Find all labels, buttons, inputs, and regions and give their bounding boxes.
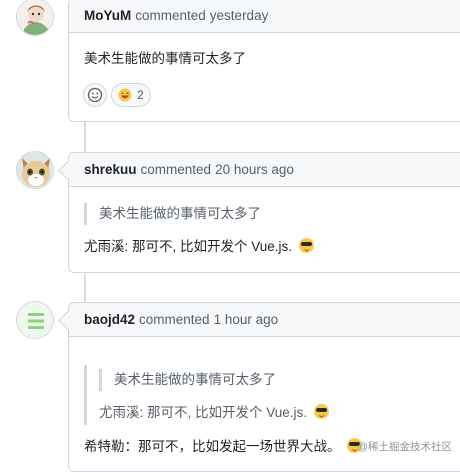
comment-header: MoYuM commented yesterday — [69, 0, 460, 33]
comment-action: commented — [140, 162, 212, 177]
timeline-connector — [84, 121, 86, 153]
blockquote: 美术生能做的事情可太多了 尤雨溪: 那可不, 比如开发个 Vue.js. — [84, 365, 452, 425]
comment-text-row: 尤雨溪: 那可不, 比如开发个 Vue.js. — [84, 237, 452, 257]
comment-action: commented — [135, 8, 206, 23]
comment-header: baojd42 commented 1 hour ago — [69, 303, 460, 337]
comment-card: shrekuu commented 20 hours ago 美术生能做的事情可… — [58, 152, 460, 273]
comment-body: 美术生能做的事情可太多了 尤雨溪: 那可不, 比如开发个 Vue.js. — [69, 203, 460, 257]
watermark: @稀土掘金技术社区 — [357, 441, 452, 453]
comment-text: 美术生能做的事情可太多了 — [84, 51, 246, 66]
comment-time[interactable]: yesterday — [210, 8, 269, 23]
author-name[interactable]: MoYuM — [84, 8, 131, 23]
comment-body: 美术生能做的事情可太多了 — [69, 49, 261, 69]
comment-time[interactable]: 20 hours ago — [215, 162, 294, 177]
author-name[interactable]: baojd42 — [84, 312, 135, 327]
laugh-reaction-button[interactable]: 2 — [111, 83, 151, 107]
avatar-shrekuu[interactable] — [16, 151, 54, 189]
quote-text: 尤雨溪: 那可不, 比如开发个 Vue.js. — [99, 405, 308, 420]
comment-header: shrekuu commented 20 hours ago — [69, 153, 460, 187]
avatar-moyum[interactable] — [16, 0, 54, 36]
comment-card: MoYuM commented yesterday 美术生能做的事情可太多了 2 — [68, 0, 460, 122]
quote-text: 美术生能做的事情可太多了 — [99, 206, 261, 221]
nested-quote-text: 美术生能做的事情可太多了 — [114, 372, 276, 387]
laugh-emoji-icon — [118, 88, 132, 102]
add-reaction-button[interactable] — [83, 83, 107, 107]
comment-time[interactable]: 1 hour ago — [214, 312, 279, 327]
comment-action: commented — [139, 312, 210, 327]
comment-text: 希特勒：那可不，比如发起一场世界大战。 — [84, 439, 341, 454]
smiley-icon — [87, 87, 103, 103]
sunglasses-emoji — [313, 404, 329, 419]
author-name[interactable]: shrekuu — [84, 162, 137, 177]
blockquote: 美术生能做的事情可太多了 — [84, 203, 452, 225]
quote-text-row: 尤雨溪: 那可不, 比如开发个 Vue.js. — [99, 403, 452, 423]
sunglasses-emoji — [298, 238, 314, 253]
comment-text: 尤雨溪: 那可不, 比如开发个 Vue.js. — [84, 239, 293, 254]
avatar-baojd42[interactable] — [16, 301, 54, 339]
nested-blockquote: 美术生能做的事情可太多了 — [99, 369, 452, 391]
reaction-count: 2 — [137, 88, 144, 102]
timeline-connector — [84, 272, 86, 303]
